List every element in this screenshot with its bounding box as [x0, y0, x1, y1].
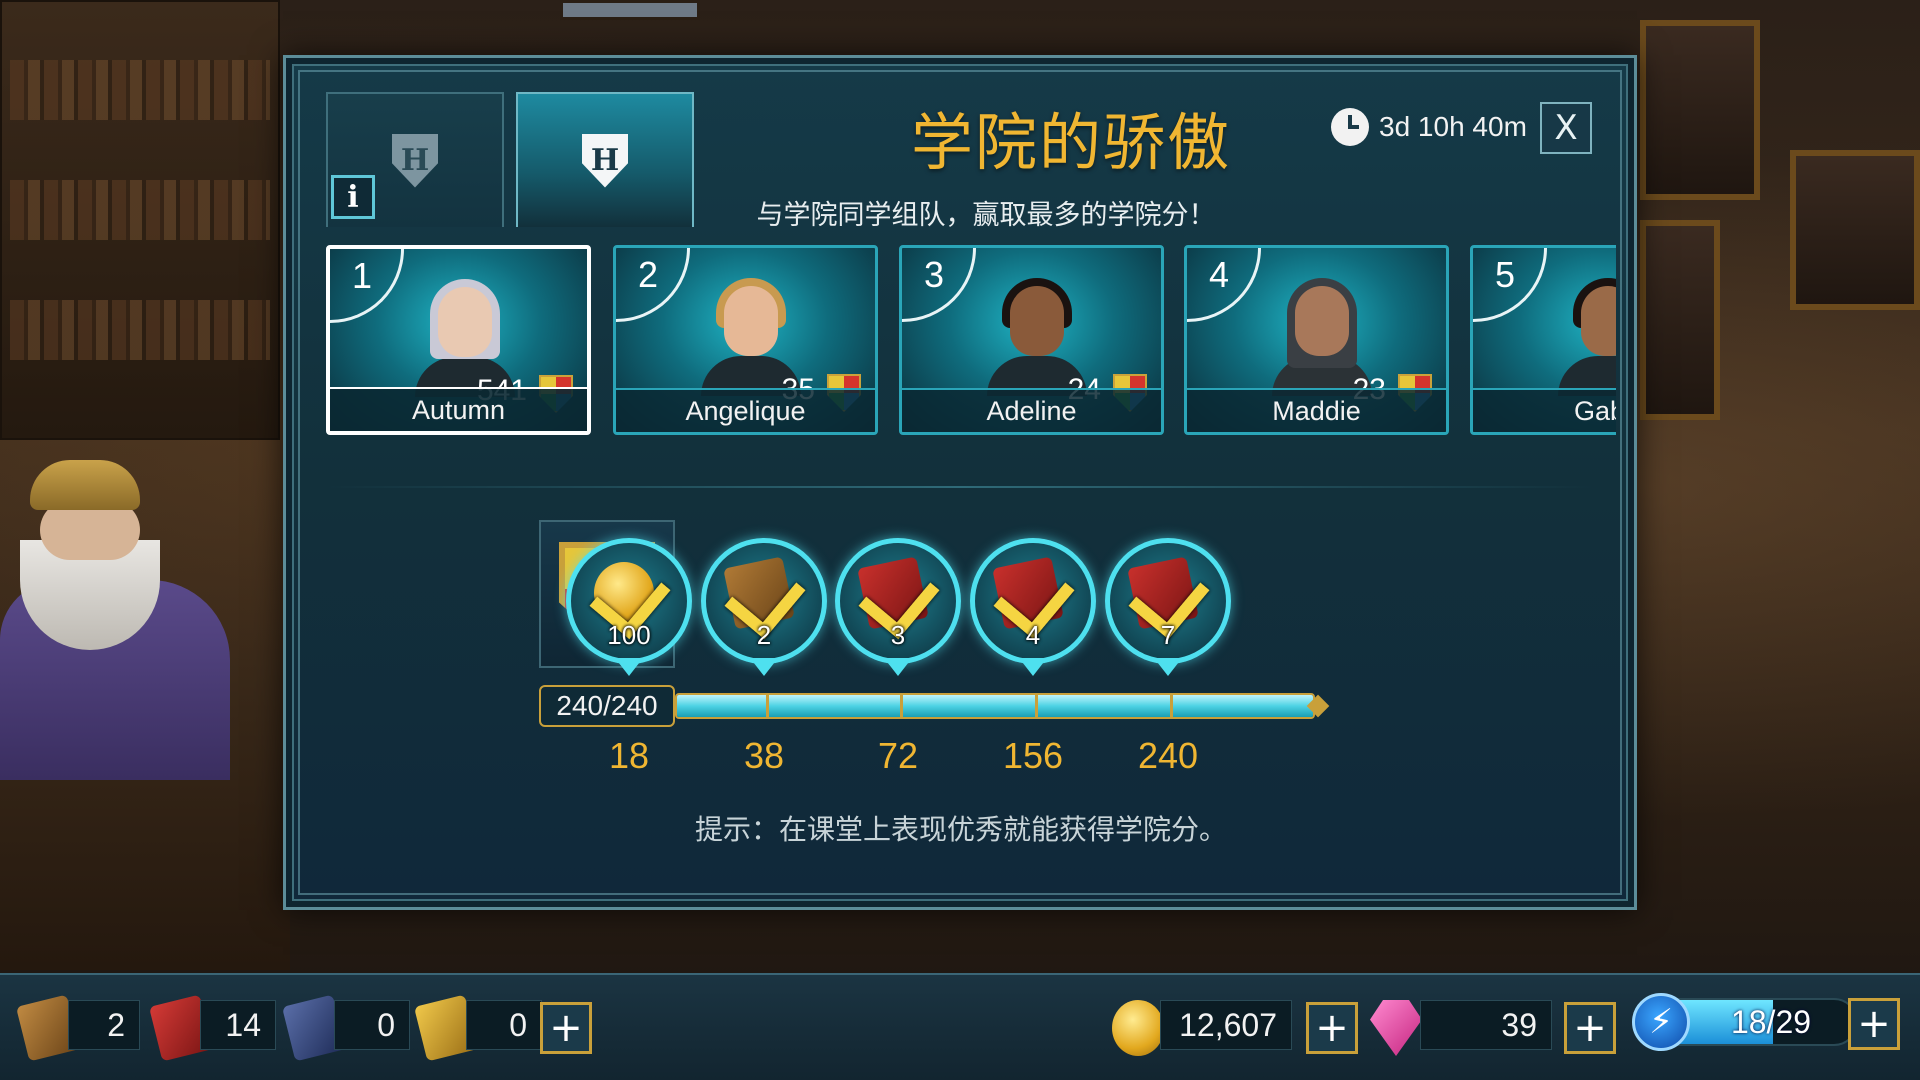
clock-icon — [1331, 108, 1369, 146]
reward-milestone[interactable]: 4 — [970, 538, 1096, 688]
milestone-threshold: 72 — [877, 735, 919, 776]
player-card[interactable]: 2 35 Angelique — [613, 245, 878, 435]
player-name: Gabi — [1473, 388, 1616, 432]
reward-quantity: 4 — [1025, 620, 1041, 650]
counter-value: 12,607 — [1160, 1000, 1292, 1050]
player-card[interactable]: 3 24 Adeline — [899, 245, 1164, 435]
add-gems-button[interactable]: + — [1564, 1002, 1616, 1054]
milestone-pointer — [750, 658, 778, 676]
avatar — [1267, 278, 1377, 396]
progress-track — [675, 693, 1315, 719]
divider — [326, 486, 1594, 488]
rank-number: 3 — [902, 248, 976, 322]
track-tick — [1035, 695, 1038, 717]
house-pride-modal: H H 学院的骄傲 3d 10h 40m X i 与学院同学组队，赢取最多的学院… — [283, 55, 1637, 910]
counter-value: 0 — [334, 1000, 410, 1050]
info-button[interactable]: i — [331, 175, 375, 219]
hint-text: 提示：在课堂上表现优秀就能获得学院分。 — [694, 814, 1227, 845]
counter-value: 0 — [466, 1000, 542, 1050]
milestone-pointer — [884, 658, 912, 676]
counter-value: 14 — [200, 1000, 276, 1050]
player-name: Autumn — [330, 387, 587, 431]
progress-fill — [677, 695, 1313, 717]
rank-number: 2 — [616, 248, 690, 322]
player-name: Angelique — [616, 388, 875, 432]
headmaster-figure — [0, 460, 250, 780]
counter-value: 39 — [1420, 1000, 1552, 1050]
milestone-threshold: 38 — [743, 735, 785, 776]
rank-number: 1 — [330, 249, 404, 323]
close-button[interactable]: X — [1540, 102, 1592, 154]
player-card[interactable]: 4 23 Maddie — [1184, 245, 1449, 435]
add-coins-button[interactable]: + — [1306, 1002, 1358, 1054]
avatar — [696, 278, 806, 396]
portrait-frame — [1640, 20, 1760, 200]
milestone-pointer — [615, 658, 643, 676]
add-books-button[interactable]: + — [540, 1002, 592, 1054]
player-name: Maddie — [1187, 388, 1446, 432]
window-decoration — [560, 0, 700, 20]
milestone-threshold: 156 — [1002, 735, 1064, 776]
modal-title: 学院的骄傲 — [910, 106, 1231, 179]
progress-label: 240/240 — [539, 685, 675, 727]
track-tick — [900, 695, 903, 717]
reward-quantity: 2 — [756, 620, 772, 650]
counter-value: 2 — [68, 1000, 140, 1050]
milestone-threshold: 18 — [608, 735, 650, 776]
hogwarts-shield-icon: H — [392, 133, 438, 188]
reward-milestone[interactable]: 7 — [1105, 538, 1231, 688]
player-card-list: 1 541 Autumn 2 35 Angelique 3 — [326, 245, 1616, 445]
book-row — [10, 60, 270, 120]
avatar — [1553, 278, 1616, 396]
reward-milestone[interactable]: 3 — [835, 538, 961, 688]
milestone-pointer — [1019, 658, 1047, 676]
lightning-bolt-icon: ⚡ — [1632, 993, 1690, 1051]
avatar — [982, 278, 1092, 396]
coin-icon — [1112, 1000, 1164, 1056]
book-row — [10, 180, 270, 240]
player-name: Adeline — [902, 388, 1161, 432]
event-timer: 3d 10h 40m — [1331, 105, 1527, 149]
reward-quantity: 100 — [607, 620, 651, 650]
track-tick — [1170, 695, 1173, 717]
player-card[interactable]: 1 541 Autumn — [326, 245, 591, 435]
milestone-threshold: 240 — [1137, 735, 1199, 776]
portrait-frame — [1790, 150, 1920, 310]
rank-number: 5 — [1473, 248, 1547, 322]
reward-milestone[interactable]: 2 — [701, 538, 827, 688]
subtitle: 与学院同学组队，赢取最多的学院分！ — [756, 200, 1216, 230]
portrait-frame — [1640, 220, 1720, 420]
hogwarts-shield-icon: H — [582, 133, 628, 188]
track-tick — [766, 695, 769, 717]
timer-text: 3d 10h 40m — [1379, 111, 1527, 142]
book-row — [10, 300, 270, 360]
reward-quantity: 7 — [1160, 620, 1176, 650]
rank-number: 4 — [1187, 248, 1261, 322]
milestone-pointer — [1154, 658, 1182, 676]
player-card[interactable]: 5 Gabi — [1470, 245, 1616, 435]
add-energy-button[interactable]: + — [1848, 998, 1900, 1050]
avatar — [410, 279, 520, 397]
reward-milestone[interactable]: 100 — [566, 538, 692, 688]
reward-quantity: 3 — [890, 620, 906, 650]
